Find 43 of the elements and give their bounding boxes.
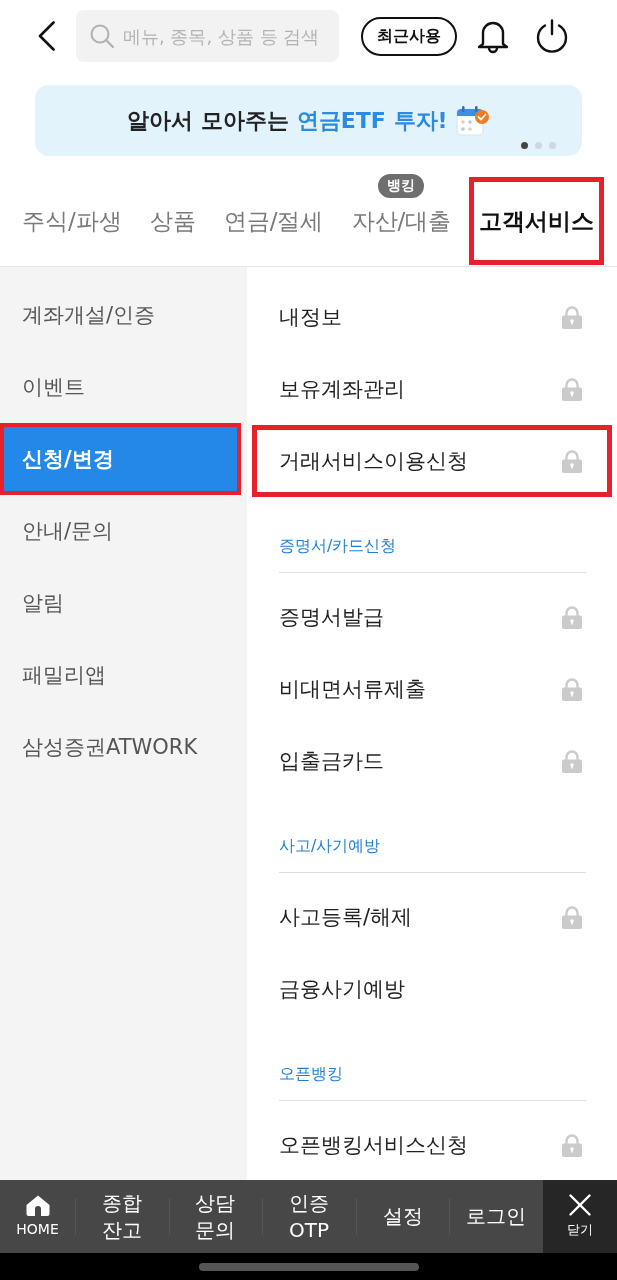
nav-button[interactable]: 설정 [355,1180,450,1253]
tab-badge: 뱅킹 [378,174,425,198]
menu-item[interactable]: 금융사기예방 [252,953,612,1025]
promo-banner[interactable]: 알아서 모아주는 연금ETF 투자! [35,85,582,156]
menu-item[interactable]: 보유계좌관리 [252,353,612,425]
calendar-icon [455,104,490,137]
search-field[interactable]: 메뉴, 종목, 상품 등 검색 [76,10,339,62]
chevron-left-icon [38,21,55,51]
tab[interactable]: 뱅킹 자산/대출 [341,177,462,265]
back-button[interactable] [36,19,57,53]
tab[interactable]: 주식/파생 [12,177,132,265]
section-heading: 오픈뱅킹 [279,1025,586,1101]
menu-item[interactable]: 비대면서류제출 [252,653,612,725]
power-icon [535,19,569,53]
sidebar-item[interactable]: 안내/문의 [0,495,247,567]
menu-item[interactable]: 오픈뱅킹서비스신청 [252,1109,612,1180]
menu-item[interactable]: 거래서비스이용신청 [252,425,612,497]
menu-item[interactable]: 입출금카드 [252,725,612,797]
sidebar-item[interactable]: 계좌개설/인증 [0,279,247,351]
tab[interactable]: 상품 [139,177,206,265]
tab[interactable]: 고객서비스 [469,177,605,265]
section-heading: 사고/사기예방 [279,797,586,873]
menu-item[interactable]: 증명서발급 [252,581,612,653]
sidebar-item[interactable]: 신청/변경 [0,423,241,495]
sidebar-item[interactable]: 이벤트 [0,351,247,423]
tab[interactable]: 연금/절세 [213,177,334,265]
nav-button[interactable]: 인증 OTP [262,1180,356,1253]
close-icon [569,1194,591,1216]
menu-item[interactable]: 사고등록/해제 [252,881,612,953]
sidebar-item[interactable]: 삼성증권ATWORK [0,711,247,783]
menu-item[interactable]: 내정보 [252,281,612,353]
sidebar-item[interactable]: 패밀리앱 [0,639,247,711]
search-icon [90,24,114,48]
close-button[interactable]: 닫기 [543,1180,617,1253]
nav-button[interactable]: 로그인 [449,1180,543,1253]
section-heading: 증명서/카드신청 [279,497,586,573]
sidebar-item[interactable]: 알림 [0,567,247,639]
home-icon [25,1195,50,1216]
nav-button[interactable]: HOME [0,1180,75,1253]
banner-text: 알아서 모아주는 연금ETF 투자! [127,106,448,135]
nav-button[interactable]: 종합 잔고 [75,1180,169,1253]
nav-button[interactable]: 상담 문의 [168,1180,263,1253]
recent-button[interactable]: 최근사용 [361,16,457,56]
